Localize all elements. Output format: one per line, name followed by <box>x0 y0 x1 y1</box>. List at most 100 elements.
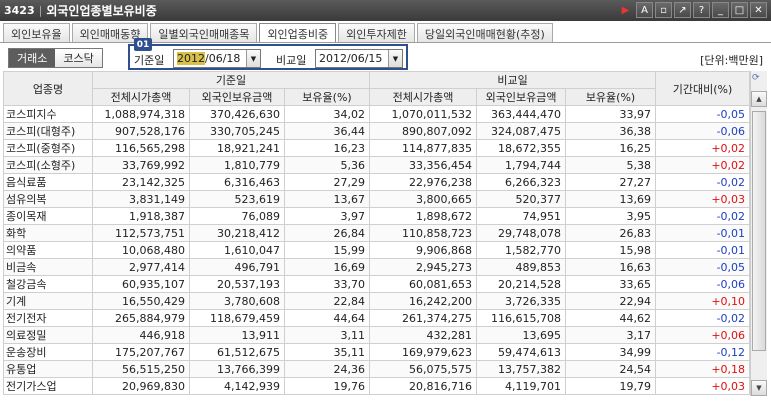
screen-code: 3423 <box>4 4 35 17</box>
table-row[interactable]: 코스피(대형주) 907,528,176 330,705,245 36,44 890,8… <box>3 122 751 140</box>
cell-c-cap: 16,242,200 <box>369 292 478 310</box>
cell-c-cap: 432,281 <box>369 326 478 344</box>
sector-name: 비금속 <box>3 258 93 276</box>
cell-change: -0,06 <box>655 122 751 140</box>
col-compare-total-cap[interactable]: 전체시가총액 <box>369 88 478 106</box>
cell-c-cap: 169,979,623 <box>369 343 478 361</box>
refresh-icon[interactable]: ⟳ <box>752 73 760 83</box>
title-bar: 3423 | 외국인업종별보유비중 ▶ A ▫ ↗ ? _ □ ✕ <box>0 0 771 21</box>
cell-c-cap: 22,976,238 <box>369 173 478 191</box>
col-base-total-cap[interactable]: 전체시가총액 <box>92 88 190 106</box>
table-row[interactable]: 기계 16,550,429 3,780,608 22,84 16,242,200 3,72… <box>3 292 751 310</box>
tab-0[interactable]: 외인보유율 <box>3 23 70 43</box>
cell-c-amt: 3,726,335 <box>476 292 567 310</box>
cell-b-cap: 16,550,429 <box>92 292 190 310</box>
kospi-button[interactable]: 거래소 <box>9 49 56 67</box>
cell-b-pct: 34,02 <box>283 105 371 123</box>
cell-c-amt: 74,951 <box>476 207 567 225</box>
table-row[interactable]: 화학 112,573,751 30,218,412 26,84 110,858,723 2… <box>3 224 751 242</box>
cell-b-amt: 76,089 <box>189 207 285 225</box>
table-row[interactable]: 종이목재 1,918,387 76,089 3,97 1,898,672 74,951 3,… <box>3 207 751 225</box>
compare-date-field[interactable]: 2012/06/15 ▼ <box>315 49 403 68</box>
table-row[interactable]: 음식료품 23,142,325 6,316,463 27,29 22,976,238 6,… <box>3 173 751 191</box>
table-row[interactable]: 전기전자 265,884,979 118,679,459 44,64 261,374,2… <box>3 309 751 327</box>
table-row[interactable]: 코스피(소형주) 33,769,992 1,810,779 5,36 33,356,45… <box>3 156 751 174</box>
cell-c-amt: 116,615,708 <box>476 309 567 327</box>
tab-2[interactable]: 일별외국인매매종목 <box>150 23 258 43</box>
col-compare-foreign-amt[interactable]: 외국인보유금액 <box>476 88 567 106</box>
table-row[interactable]: 비금속 2,977,414 496,791 16,69 2,945,273 489,853… <box>3 258 751 276</box>
cell-b-cap: 33,769,992 <box>92 156 190 174</box>
sector-name: 코스피(소형주) <box>3 156 93 174</box>
cell-c-cap: 20,816,716 <box>369 377 478 395</box>
col-base-foreign-amt[interactable]: 외국인보유금액 <box>189 88 285 106</box>
cell-c-cap: 1,898,672 <box>369 207 478 225</box>
cell-c-pct: 24,54 <box>565 360 657 378</box>
cell-c-pct: 36,38 <box>565 122 657 140</box>
maximize-icon[interactable]: □ <box>731 2 748 18</box>
minimize-icon[interactable]: _ <box>712 2 729 18</box>
sector-foreign-holding-table: 업종명 기준일 비교일 기간대비(%) 전체시가총액 외국인보유금액 보유율(%… <box>3 71 751 395</box>
kosdaq-button[interactable]: 코스닥 <box>55 49 102 67</box>
cell-c-pct: 44,62 <box>565 309 657 327</box>
cell-c-cap: 3,800,665 <box>369 190 478 208</box>
cell-b-cap: 1,088,974,318 <box>92 105 190 123</box>
cell-c-pct: 13,69 <box>565 190 657 208</box>
play-icon[interactable]: ▶ <box>617 2 634 18</box>
scroll-up-icon[interactable]: ▲ <box>751 91 767 107</box>
cell-b-cap: 60,935,107 <box>92 275 190 293</box>
restore-icon[interactable]: ↗ <box>674 2 691 18</box>
tab-4[interactable]: 외인투자제한 <box>338 23 415 43</box>
cell-change: -0,05 <box>655 105 751 123</box>
table-row[interactable]: 의료정밀 446,918 13,911 3,11 432,281 13,695 3,17 +0… <box>3 326 751 344</box>
vertical-scrollbar[interactable]: ⟳ ▲ ▼ <box>750 71 767 396</box>
table-row[interactable]: 코스피지수 1,088,974,318 370,426,630 34,02 1,070,… <box>3 105 751 123</box>
cell-b-pct: 16,69 <box>283 258 371 276</box>
cell-b-pct: 15,99 <box>283 241 371 259</box>
sector-name: 종이목재 <box>3 207 93 225</box>
cell-change: -0,01 <box>655 241 751 259</box>
tab-5[interactable]: 당일외국인매매현황(추정) <box>416 23 553 43</box>
base-date-label: 기준일 <box>134 54 165 67</box>
cell-c-pct: 27,27 <box>565 173 657 191</box>
scroll-down-icon[interactable]: ▼ <box>751 380 767 396</box>
table-row[interactable]: 전기가스업 20,969,830 4,142,939 19,76 20,816,716 4… <box>3 377 751 395</box>
col-compare-ratio[interactable]: 보유율(%) <box>565 88 657 106</box>
cell-c-amt: 13,695 <box>476 326 567 344</box>
tab-3[interactable]: 외인업종비중 <box>259 23 337 43</box>
sector-name: 전기가스업 <box>3 377 93 395</box>
font-icon[interactable]: A <box>636 2 653 18</box>
cell-c-amt: 489,853 <box>476 258 567 276</box>
col-change[interactable]: 기간대비(%) <box>655 71 751 106</box>
cell-c-pct: 34,99 <box>565 343 657 361</box>
link-icon[interactable]: ▫ <box>655 2 672 18</box>
scroll-thumb[interactable] <box>752 111 766 351</box>
close-icon[interactable]: ✕ <box>750 2 767 18</box>
cell-c-pct: 26,83 <box>565 224 657 242</box>
base-date-field[interactable]: 2012/06/18 ▼ <box>173 49 261 68</box>
table-row[interactable]: 코스피(중형주) 116,565,298 18,921,241 16,23 114,87… <box>3 139 751 157</box>
cell-c-amt: 520,377 <box>476 190 567 208</box>
col-sector[interactable]: 업종명 <box>3 71 93 106</box>
help-icon[interactable]: ? <box>693 2 710 18</box>
table-row[interactable]: 운송장비 175,207,767 61,512,675 35,11 169,979,62… <box>3 343 751 361</box>
tab-bar: 외인보유율 외인매매동향 일별외국인매매종목 외인업종비중 외인투자제한 당일외국인매매현… <box>3 23 555 43</box>
table-row[interactable]: 철강금속 60,935,107 20,537,193 33,70 60,081,653 2… <box>3 275 751 293</box>
table-row[interactable]: 섬유의복 3,831,149 523,619 13,67 3,800,665 520,37… <box>3 190 751 208</box>
cell-b-amt: 523,619 <box>189 190 285 208</box>
cell-b-pct: 33,70 <box>283 275 371 293</box>
col-base-ratio[interactable]: 보유율(%) <box>283 88 371 106</box>
col-group-compare: 비교일 <box>369 71 657 89</box>
chevron-down-icon[interactable]: ▼ <box>388 50 402 67</box>
step-badge: 01 <box>134 38 152 51</box>
cell-b-amt: 4,142,939 <box>189 377 285 395</box>
cell-b-cap: 112,573,751 <box>92 224 190 242</box>
table-row[interactable]: 유통업 56,515,250 13,766,399 24,36 56,075,575 13… <box>3 360 751 378</box>
market-toggle: 거래소 코스닥 <box>8 48 103 68</box>
chevron-down-icon[interactable]: ▼ <box>246 50 260 67</box>
table-row[interactable]: 의약품 10,068,480 1,610,047 15,99 9,906,868 1,58… <box>3 241 751 259</box>
cell-b-pct: 3,11 <box>283 326 371 344</box>
cell-c-amt: 13,757,382 <box>476 360 567 378</box>
window-controls: ▶ A ▫ ↗ ? _ □ ✕ <box>617 2 767 18</box>
cell-change: +0,18 <box>655 360 751 378</box>
